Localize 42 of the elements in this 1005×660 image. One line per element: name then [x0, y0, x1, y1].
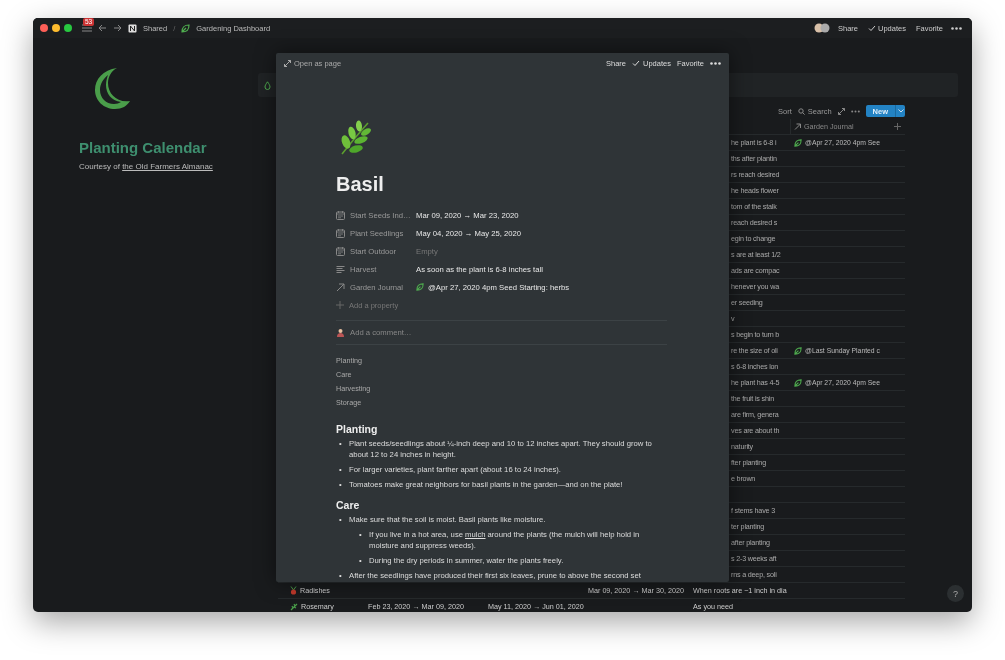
caret-icon	[897, 109, 904, 113]
page-title: Basil	[336, 173, 385, 196]
more-icon[interactable]	[850, 109, 860, 113]
check-icon	[631, 59, 640, 67]
new-dropdown-button[interactable]	[895, 105, 905, 117]
section-heading: Planting	[336, 423, 379, 435]
check-icon	[867, 24, 876, 32]
leaf-icon	[794, 346, 802, 355]
expand-icon	[284, 59, 291, 67]
zoom-button[interactable]	[64, 24, 72, 32]
help-button[interactable]: ?	[947, 585, 964, 602]
expand-icon[interactable]	[837, 107, 845, 115]
leaf-icon	[794, 378, 802, 387]
arrow-icon	[336, 282, 345, 292]
minimize-button[interactable]	[52, 24, 60, 32]
leaf-icon	[416, 283, 424, 291]
search-icon	[797, 107, 805, 115]
add-column-icon[interactable]	[893, 123, 901, 130]
leaf-icon	[794, 138, 802, 147]
drop-icon[interactable]	[264, 80, 271, 90]
radish-icon	[290, 586, 297, 595]
more-icon[interactable]	[710, 61, 721, 65]
arrow-icon	[794, 123, 801, 130]
back-icon[interactable]	[98, 24, 107, 32]
menu-icon[interactable]	[82, 24, 92, 32]
close-button[interactable]	[40, 24, 48, 32]
sprig-icon	[290, 602, 298, 611]
calendar-icon	[336, 210, 345, 220]
leaf-icon	[181, 23, 191, 33]
forward-icon[interactable]	[113, 24, 122, 32]
section-heading: Care	[336, 499, 361, 511]
calendar-icon	[336, 246, 345, 256]
avatar-icon	[336, 328, 345, 337]
page-subtitle: Courtesy of the Old Farmers Almanac	[79, 162, 214, 171]
avatar-group-icon[interactable]	[813, 23, 830, 33]
workspace-icon	[128, 23, 137, 33]
calendar-icon	[336, 228, 345, 238]
plus-icon	[336, 301, 344, 309]
almanac-link[interactable]: the Old Farmers Almanac	[122, 162, 213, 171]
text-lines-icon	[336, 264, 345, 274]
more-icon[interactable]	[951, 26, 962, 30]
page-title: Planting Calendar	[79, 139, 208, 156]
